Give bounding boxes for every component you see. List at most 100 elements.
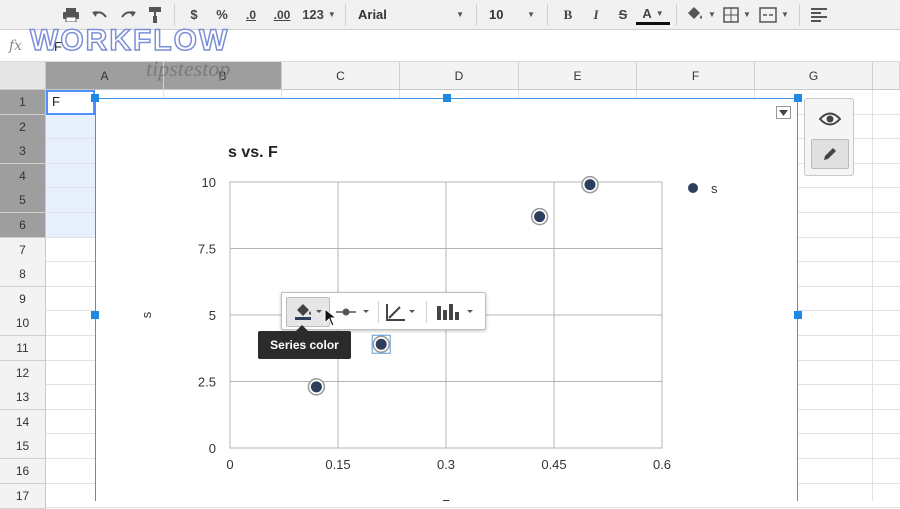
column-header-d[interactable]: D	[400, 62, 519, 90]
selected-cell[interactable]	[46, 163, 95, 189]
toolbar-divider	[345, 3, 346, 26]
merge-cells-icon	[759, 6, 777, 23]
row-header-13[interactable]: 13	[0, 385, 46, 411]
chevron-down-icon: ▼	[456, 10, 464, 19]
y-tick-label: 2.5	[198, 375, 216, 390]
column-header-e[interactable]: E	[519, 62, 637, 90]
fill-color-button[interactable]: ▼	[683, 3, 719, 27]
data-point	[375, 338, 387, 350]
row-header-12[interactable]: 12	[0, 360, 46, 386]
percent-button[interactable]: %	[207, 3, 237, 27]
watermark-title: WORKFLOW	[29, 23, 230, 58]
row-header-11[interactable]: 11	[0, 336, 46, 361]
font-size-select[interactable]: 10 ▼	[483, 3, 541, 27]
x-tick-label: 0.15	[325, 457, 350, 472]
more-formats-button[interactable]: 123 ▼	[299, 3, 339, 27]
selected-cell[interactable]	[46, 213, 95, 238]
paint-format-icon[interactable]	[142, 3, 168, 27]
cell-a1[interactable]: F	[46, 90, 95, 115]
chart-type-button[interactable]	[432, 297, 480, 327]
toolbar-divider	[547, 3, 548, 26]
merge-cells-button[interactable]: ▼	[755, 3, 793, 27]
row-header-3[interactable]: 3	[0, 139, 46, 165]
point-style-icon	[336, 308, 369, 316]
increase-decimals-button[interactable]: .00	[265, 3, 299, 27]
print-icon[interactable]	[56, 3, 86, 27]
column-gridline	[872, 90, 873, 501]
selected-cell[interactable]	[46, 188, 95, 214]
edit-chart-button[interactable]	[811, 139, 849, 169]
row-header-7[interactable]: 7	[0, 237, 46, 263]
column-header-overflow[interactable]	[873, 62, 900, 90]
fx-icon: fx	[9, 38, 23, 54]
y-tick-label: 5	[209, 308, 216, 323]
selected-cell[interactable]	[46, 139, 95, 165]
series-color-tooltip: Series color	[258, 325, 351, 359]
trendline-button[interactable]	[383, 297, 421, 327]
row-header-2[interactable]: 2	[0, 114, 46, 140]
bold-button[interactable]: B	[554, 3, 582, 27]
select-all-corner[interactable]	[0, 62, 46, 90]
toolbar-divider	[476, 3, 477, 26]
undo-icon[interactable]	[86, 3, 114, 27]
italic-button[interactable]: I	[582, 3, 610, 27]
chevron-down-icon: ▼	[655, 8, 664, 18]
chart-title: s vs. F	[228, 144, 278, 161]
y-tick-label: 0	[209, 441, 216, 456]
text-color-button[interactable]: A ▼	[636, 5, 670, 25]
chart-menu-button[interactable]	[776, 106, 791, 119]
selected-cell[interactable]	[46, 114, 95, 140]
row-header-17[interactable]: 17	[0, 483, 46, 509]
strikethrough-button[interactable]: S	[610, 3, 636, 27]
data-point	[584, 179, 596, 191]
toolbar-divider	[676, 3, 677, 26]
font-family-select[interactable]: Arial ▼	[352, 3, 470, 27]
font-family-value: Arial	[358, 7, 387, 22]
row-header-1[interactable]: 1	[0, 90, 46, 115]
row-header-5[interactable]: 5	[0, 188, 46, 214]
font-size-value: 10	[489, 7, 504, 22]
column-header-f[interactable]: F	[637, 62, 755, 90]
y-tick-label: 7.5	[198, 242, 216, 257]
x-tick-label: 0.45	[541, 457, 566, 472]
currency-button[interactable]: $	[181, 3, 207, 27]
column-header-g[interactable]: G	[755, 62, 873, 90]
watermark-subtitle: tipstestop	[146, 56, 231, 81]
row-header-8[interactable]: 8	[0, 262, 46, 288]
borders-button[interactable]: ▼	[719, 3, 755, 27]
legend-marker	[688, 183, 698, 193]
row-header-6[interactable]: 6	[0, 213, 46, 238]
chevron-down-icon: ▼	[527, 10, 535, 19]
x-axis-label: F	[442, 497, 450, 501]
row-header-9[interactable]: 9	[0, 286, 46, 312]
data-point	[534, 211, 546, 223]
chevron-down-icon: ▼	[781, 10, 789, 19]
row-header-16[interactable]: 16	[0, 459, 46, 484]
row-gridline	[46, 507, 900, 509]
data-point	[310, 381, 322, 393]
chevron-down-icon: ▼	[327, 10, 336, 19]
point-style-button[interactable]	[334, 297, 374, 327]
series-toolbar-divider	[426, 301, 427, 323]
decrease-decimals-button[interactable]: .0	[237, 3, 265, 27]
preview-button[interactable]	[811, 104, 849, 134]
chevron-down-icon: ▼	[743, 10, 751, 19]
text-color-label: A	[642, 5, 652, 21]
x-tick-label: 0.6	[653, 457, 671, 472]
y-axis-label: s	[139, 311, 154, 318]
row-header-10[interactable]: 10	[0, 311, 46, 337]
legend-label: s	[711, 181, 718, 196]
row-header-15[interactable]: 15	[0, 434, 46, 460]
align-button[interactable]	[806, 3, 832, 27]
chart-type-icon	[437, 304, 473, 320]
row-header-4[interactable]: 4	[0, 163, 46, 189]
y-tick-label: 10	[202, 175, 216, 190]
series-toolbar	[281, 292, 486, 330]
mouse-cursor-icon	[324, 308, 338, 327]
paint-bucket-icon	[688, 6, 703, 19]
borders-icon	[723, 6, 739, 23]
x-tick-label: 0.3	[437, 457, 455, 472]
redo-icon[interactable]	[114, 3, 142, 27]
row-header-14[interactable]: 14	[0, 409, 46, 435]
column-header-c[interactable]: C	[282, 62, 400, 90]
